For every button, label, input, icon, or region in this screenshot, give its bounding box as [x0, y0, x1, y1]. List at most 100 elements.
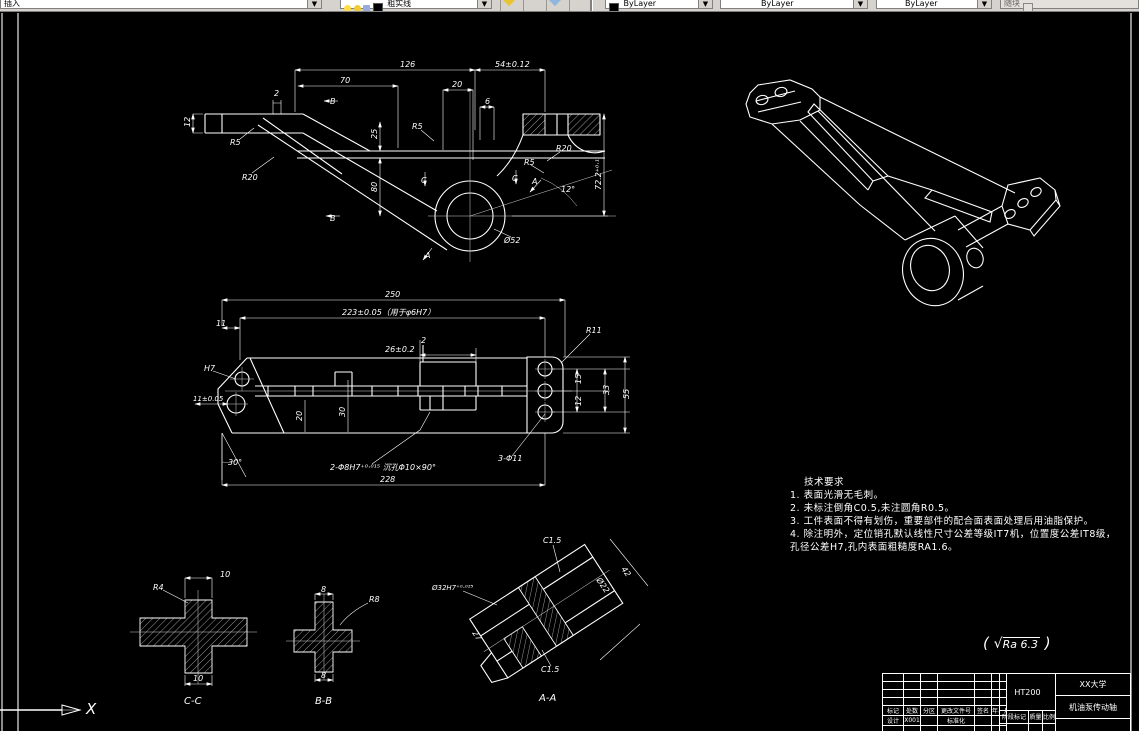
- dim-text: 27: [470, 629, 484, 643]
- lineweight-combo-value: ByLayer: [905, 0, 938, 8]
- technical-requirements: 技术要求 1. 表面光滑无毛刺。 2. 未标注倒角C0.5,未注圆角R0.5。 …: [790, 476, 1126, 554]
- layer-previous-icon: [547, 0, 563, 7]
- dim-text: 80: [370, 182, 379, 192]
- weight-value-cell: [1028, 723, 1043, 731]
- dim-text: C1.5: [543, 536, 561, 545]
- dim-text: 2: [274, 89, 279, 98]
- roughness-check-icon: √: [993, 636, 1003, 652]
- layer-previous-button[interactable]: [546, 0, 570, 11]
- dim-text: 26±0.2: [385, 345, 415, 354]
- dim-text: 25: [370, 129, 379, 139]
- chevron-down-icon[interactable]: ▼: [477, 0, 491, 8]
- dim-text: H7: [204, 364, 216, 373]
- dim-text: R5: [524, 158, 535, 167]
- lock-icon: [363, 4, 371, 11]
- section-title: C-C: [184, 696, 202, 707]
- dim-text: 223±0.05（用于φ6H7）: [342, 308, 435, 317]
- plotstyle-combo[interactable]: 随块: [1000, 0, 1139, 11]
- linetype-combo[interactable]: ByLayer ▼: [720, 0, 868, 9]
- holes-note: 3-Φ11: [498, 454, 522, 463]
- layer-combo[interactable]: 粗实线 ▼: [340, 0, 492, 11]
- tech-req-line: 2. 未标注倒角C0.5,未注圆角R0.5。: [790, 503, 955, 514]
- tb-design-cell: [974, 715, 992, 726]
- tb-header-cell: 签名: [974, 705, 992, 716]
- dim-text: 20: [452, 80, 462, 89]
- sheet-cell: [1055, 718, 1131, 731]
- chevron-down-icon[interactable]: ▼: [853, 0, 867, 8]
- dim-text: Ø22: [594, 575, 612, 595]
- tech-req-line: 1. 表面光滑无毛刺。: [790, 490, 884, 501]
- section-label: A: [424, 251, 430, 260]
- section-title: A-A: [538, 693, 556, 704]
- plotstyle-swatch-icon: [1022, 2, 1033, 11]
- cad-application-window: 插入 ▼ 粗实线 ▼ ByLayer ▼ ByLayer ▼ ByLayer ▼…: [0, 0, 1139, 731]
- dim-text: R20: [556, 144, 572, 153]
- tb-design-cell: X001: [903, 715, 921, 726]
- stage-label-cell: 阶段标记: [999, 710, 1029, 724]
- section-title: B-B: [315, 696, 332, 707]
- scale-label-cell: 比例: [1042, 710, 1056, 724]
- drawing-canvas[interactable]: 126 54±0.12 70 20 2 6 12 25 80 R5 R20 R5…: [0, 0, 1139, 731]
- dim-text: 33: [602, 385, 611, 395]
- insert-combo-value: 插入: [4, 0, 20, 8]
- lineweight-combo[interactable]: ByLayer ▼: [876, 0, 992, 9]
- section-label: A: [531, 177, 537, 186]
- dim-text: Ø32H7⁺⁰·⁰²⁵: [431, 584, 473, 592]
- dim-text: 30°: [228, 458, 242, 467]
- plotstyle-combo-value: 随块: [1004, 0, 1020, 8]
- section-label: B: [330, 97, 336, 106]
- part-name-cell: 机油泵传动轴: [1055, 695, 1131, 719]
- layer-manager-button[interactable]: [500, 0, 524, 11]
- dim-text: R8: [369, 595, 380, 604]
- dim-text: 8: [321, 671, 326, 680]
- dim-text: R5: [230, 138, 241, 147]
- dim-text: 10: [220, 570, 230, 579]
- tech-req-title: 技术要求: [804, 477, 845, 488]
- dim-text: 70: [340, 76, 350, 85]
- dim-text: 55: [622, 389, 631, 399]
- color-combo-value: ByLayer: [623, 0, 657, 8]
- paren-open: (: [983, 634, 989, 652]
- isometric-view: [745, 79, 1061, 307]
- linetype-combo-value: ByLayer: [761, 0, 794, 8]
- dim-text: 250: [385, 290, 400, 299]
- dim-text: 15: [574, 374, 583, 384]
- dim-text: 126: [400, 60, 415, 69]
- dim-text: 10: [193, 674, 203, 683]
- sun-icon: [353, 4, 361, 11]
- scale-value-cell: [1042, 723, 1056, 731]
- stage-value-cell: [999, 723, 1029, 731]
- tb-design-cell: 设计: [882, 715, 904, 726]
- color-combo[interactable]: ByLayer ▼: [605, 0, 713, 11]
- ucs-icon: [0, 704, 82, 716]
- section-label: B: [330, 214, 336, 223]
- tb-header-cell: 分区: [920, 705, 938, 716]
- roughness-value: Ra 6.3: [1002, 637, 1040, 651]
- chevron-down-icon[interactable]: ▼: [307, 0, 321, 8]
- tech-req-line: 4. 除注明外，定位销孔默认线性尺寸公差等级IT7机，位置度公差IT8级，: [790, 529, 1116, 540]
- section-label: C: [421, 176, 427, 185]
- revision-grid: 标记 处数 分区 更改文件号 签名 年、月、日 设计 X001 标准化: [882, 673, 1007, 731]
- plan-view: 250 223±0.05（用于φ6H7） 11 26±0.2 2 R11 15 …: [193, 290, 631, 487]
- dim-text: 228: [380, 475, 395, 484]
- dim-text: 11: [216, 319, 226, 328]
- section-cc: 10 10 R4 C-C: [130, 570, 257, 707]
- layer-combo-value: 粗实线: [387, 0, 412, 8]
- insert-combo[interactable]: 插入 ▼: [0, 0, 322, 9]
- dim-text: 12: [183, 117, 192, 127]
- chevron-down-icon[interactable]: ▼: [698, 0, 712, 8]
- weight-label-cell: 质量: [1028, 710, 1043, 724]
- dim-text: 2: [421, 336, 426, 345]
- paren-close: ): [1044, 634, 1051, 652]
- dim-text: 72.2⁺⁰·¹: [594, 159, 603, 190]
- bulb-icon: [344, 4, 351, 11]
- tb-header-cell: 更改文件号: [937, 705, 975, 716]
- counterbore-note: 2-Φ8H7⁺⁰·⁰¹⁵ 沉孔Φ10×90°: [330, 463, 436, 472]
- dim-text: 11±0.05: [193, 395, 224, 403]
- dim-text: 42: [619, 565, 632, 579]
- dim-text: 12: [574, 396, 583, 406]
- roughness-note: ( √Ra 6.3 ): [983, 634, 1051, 652]
- dim-text: 12°: [561, 185, 575, 194]
- company-cell: XX大学: [1055, 673, 1131, 696]
- chevron-down-icon[interactable]: ▼: [977, 0, 991, 8]
